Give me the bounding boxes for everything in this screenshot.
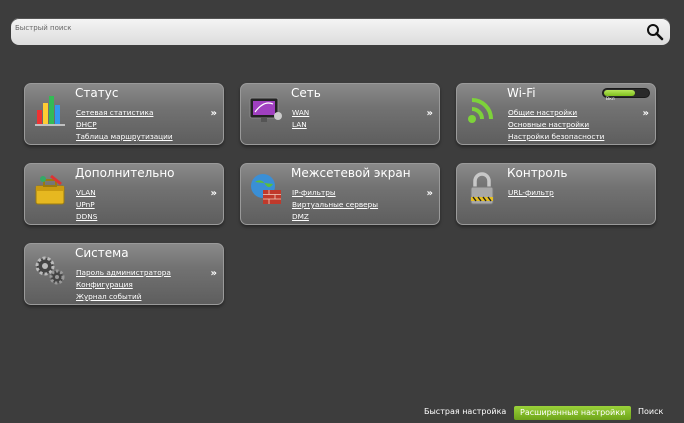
- tile-system: Система Пароль администратора Конфигурац…: [24, 243, 224, 305]
- search-icon[interactable]: [646, 23, 664, 41]
- tile-title: Межсетевой экран: [291, 166, 411, 180]
- tile-network: Сеть WAN LAN »: [240, 83, 440, 145]
- nav-search[interactable]: Поиск: [638, 407, 663, 416]
- gears-icon: [35, 256, 65, 285]
- tile-firewall: Межсетевой экран IP-фильтры Виртуальные …: [240, 163, 440, 225]
- toolbox-icon: [35, 174, 65, 205]
- firewall-icon: [251, 174, 281, 204]
- bar-chart-icon: [35, 96, 65, 126]
- tile-advanced: Дополнительно VLAN UPnP DDNS »: [24, 163, 224, 225]
- tile-title: Дополнительно: [75, 166, 175, 180]
- nav-quick-setup[interactable]: Быстрая настройка: [424, 407, 506, 416]
- tile-expand-arrow[interactable]: »: [211, 108, 217, 119]
- tile-expand-arrow[interactable]: »: [427, 108, 433, 119]
- tile-link-list: IP-фильтры Виртуальные серверы DMZ: [292, 184, 378, 221]
- wifi-toggle-label: Вкл: [606, 97, 615, 102]
- link-security-settings[interactable]: Настройки безопасности: [508, 132, 604, 141]
- wifi-icon: [468, 98, 493, 123]
- wifi-toggle[interactable]: Вкл: [602, 88, 650, 106]
- tile-link-list: URL-фильтр: [508, 184, 554, 197]
- link-routing-table[interactable]: Таблица маршрутизации: [76, 132, 173, 141]
- tile-wifi: Wi-Fi Вкл Общие настройки Основные настр…: [456, 83, 656, 145]
- quick-search-bar: [11, 18, 670, 45]
- tile-title: Статус: [75, 86, 119, 100]
- link-dmz[interactable]: DMZ: [292, 212, 309, 221]
- tile-expand-arrow[interactable]: »: [211, 268, 217, 279]
- tile-link-list: Сетевая статистика DHCP Таблица маршрути…: [76, 104, 173, 141]
- link-lan[interactable]: LAN: [292, 120, 307, 129]
- tile-control: Контроль URL-фильтр: [456, 163, 656, 225]
- link-ddns[interactable]: DDNS: [76, 212, 97, 221]
- tile-title: Wi-Fi: [507, 86, 536, 100]
- tile-title: Система: [75, 246, 129, 260]
- tile-expand-arrow[interactable]: »: [427, 188, 433, 199]
- tile-link-list: WAN LAN: [292, 104, 309, 129]
- padlock-icon: [470, 172, 494, 205]
- tile-title: Сеть: [291, 86, 321, 100]
- tile-link-list: Пароль администратора Конфигурация Журна…: [76, 264, 171, 301]
- tile-expand-arrow[interactable]: »: [211, 188, 217, 199]
- nav-advanced-settings[interactable]: Расширенные настройки: [514, 406, 632, 420]
- link-event-log[interactable]: Журнал событий: [76, 292, 142, 301]
- tile-expand-arrow[interactable]: »: [643, 108, 649, 119]
- tile-link-list: Общие настройки Основные настройки Настр…: [508, 104, 604, 141]
- tile-status: Статус Сетевая статистика DHCP Таблица м…: [24, 83, 224, 145]
- tile-title: Контроль: [507, 166, 568, 180]
- link-url-filter[interactable]: URL-фильтр: [508, 188, 554, 197]
- tile-link-list: VLAN UPnP DDNS: [76, 184, 97, 221]
- wifi-toggle-fill: [604, 90, 635, 96]
- network-monitor-icon: [249, 97, 282, 122]
- quick-search-input[interactable]: [15, 21, 635, 35]
